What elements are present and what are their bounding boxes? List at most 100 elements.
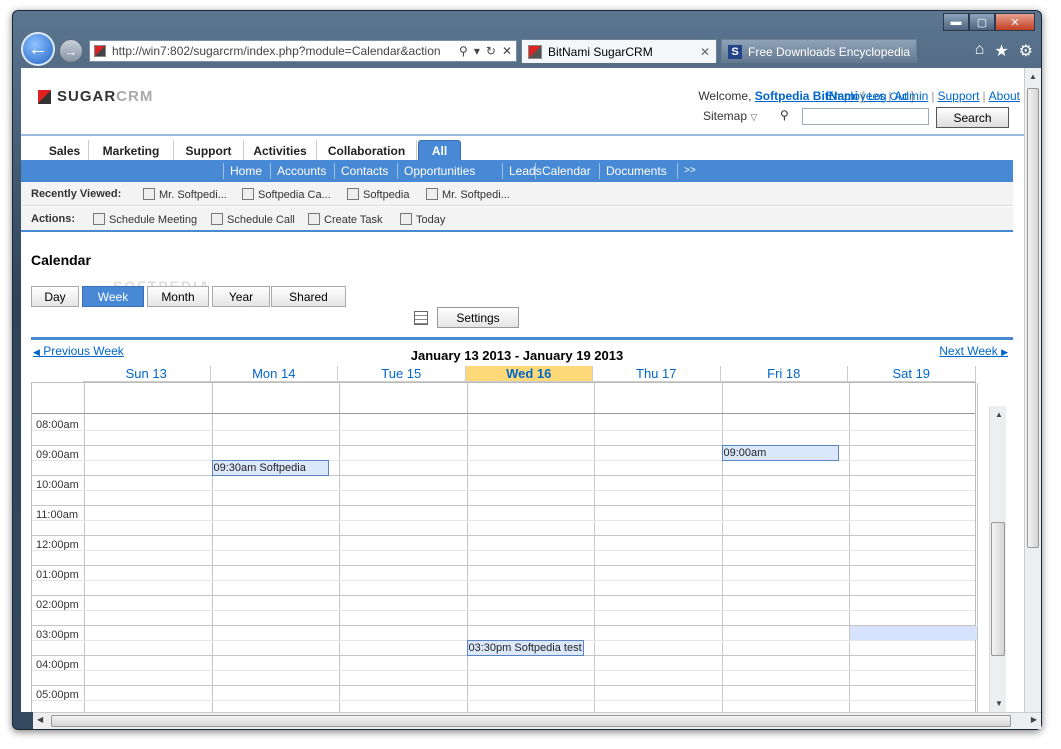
recent-item[interactable]: Mr. Softpedi... (426, 188, 510, 201)
scroll-thumb[interactable] (1027, 88, 1039, 548)
account-icon (347, 188, 359, 200)
task-icon (308, 213, 320, 225)
nav-more[interactable]: >> (677, 163, 702, 179)
support-link[interactable]: Support (937, 89, 979, 103)
view-week-button[interactable]: Week (82, 286, 144, 307)
tab-softpedia[interactable]: S Free Downloads Encyclopedia ... (721, 39, 917, 63)
hour-line (32, 475, 975, 476)
create-task-action[interactable]: Create Task (308, 213, 383, 226)
view-shared-button[interactable]: Shared (271, 286, 346, 307)
tab-sales[interactable]: Sales (41, 140, 89, 161)
sub-navigation: Home Accounts Contacts Opportunities Lea… (21, 160, 1013, 182)
recently-viewed-bar: Recently Viewed: Mr. Softpedi... Softped… (21, 182, 1013, 206)
view-month-button[interactable]: Month (147, 286, 209, 307)
column-divider (721, 383, 723, 712)
nav-calendar[interactable]: Calendar (535, 163, 597, 179)
calendar-scrollbar[interactable]: ▲ ▼ (989, 406, 1006, 712)
chevron-down-icon: ▽ (750, 112, 758, 122)
column-divider (211, 383, 213, 712)
nav-documents[interactable]: Documents (599, 163, 673, 179)
home-icon[interactable]: ⌂ (975, 41, 985, 61)
recent-item[interactable]: Softpedia Ca... (242, 188, 331, 201)
admin-link[interactable]: Admin (894, 89, 928, 103)
close-button[interactable]: ✕ (995, 13, 1035, 31)
favorites-icon[interactable]: ★ (994, 41, 1008, 61)
about-link[interactable]: About (989, 89, 1020, 103)
sugarcrm-logo[interactable]: SUGAR CRM (38, 88, 153, 105)
search-input[interactable] (802, 108, 929, 125)
stop-icon[interactable]: ✕ (502, 44, 512, 58)
scroll-left-icon[interactable]: ◀ (37, 715, 43, 724)
recent-item[interactable]: Softpedia (347, 188, 409, 201)
day-header[interactable]: Wed 16 (465, 366, 593, 382)
window-controls: ▬ ▢ ✕ (943, 13, 1035, 31)
column-divider (976, 383, 978, 712)
nav-home[interactable]: Home (223, 163, 268, 179)
hour-line (32, 595, 975, 596)
tab-bitnami-sugarcrm[interactable]: BitNami SugarCRM ✕ (521, 39, 717, 63)
hour-line (32, 535, 975, 536)
back-button[interactable]: ← (21, 32, 55, 66)
schedule-meeting-action[interactable]: Schedule Meeting (93, 213, 197, 226)
sitemap-menu[interactable]: Sitemap ▽ (703, 109, 757, 123)
nav-opportunities[interactable]: Opportunities (397, 163, 481, 179)
refresh-icon[interactable]: ↻ (486, 44, 496, 58)
address-bar[interactable]: http://win7:802/sugarcrm/index.php?modul… (89, 40, 517, 62)
actions-bar: Actions: Schedule Meeting Schedule Call … (21, 207, 1013, 232)
employees-link[interactable]: Employees (826, 89, 885, 103)
scroll-right-icon[interactable]: ▶ (1031, 715, 1037, 724)
tab-close-icon[interactable]: ✕ (700, 45, 710, 59)
recent-item[interactable]: Mr. Softpedi... (143, 188, 227, 201)
maximize-button[interactable]: ▢ (969, 13, 995, 31)
day-header[interactable]: Sat 19 (848, 366, 976, 382)
view-day-button[interactable]: Day (31, 286, 79, 307)
forward-button[interactable]: → (59, 39, 83, 63)
scroll-thumb[interactable] (991, 522, 1005, 656)
calendar-event[interactable]: 03:30pm Softpedia test (466, 640, 584, 656)
day-header[interactable]: Tue 15 (338, 366, 466, 382)
gear-icon[interactable]: ⚙ (1019, 41, 1033, 61)
arrow-right-icon: → (64, 43, 78, 59)
settings-button[interactable]: Settings (437, 307, 519, 328)
browser-navbar: ← → http://win7:802/sugarcrm/index.php?m… (21, 32, 1035, 66)
half-hour-line (32, 430, 975, 431)
scroll-down-icon[interactable]: ▼ (995, 699, 1003, 708)
calendar-event[interactable]: 09:30am Softpedia (211, 460, 329, 476)
contact-icon (143, 188, 155, 200)
day-header[interactable]: Sun 13 (83, 366, 211, 382)
calendar-icon (400, 213, 412, 225)
address-url[interactable]: http://win7:802/sugarcrm/index.php?modul… (112, 44, 459, 58)
column-divider (84, 383, 85, 712)
day-header[interactable]: Fri 18 (720, 366, 848, 382)
browser-tools: ⌂ ★ ⚙ (975, 41, 1033, 61)
day-header[interactable]: Mon 14 (210, 366, 338, 382)
scroll-up-icon[interactable]: ▲ (1029, 72, 1037, 81)
minimize-button[interactable]: ▬ (943, 13, 969, 31)
tab-collaboration[interactable]: Collaboration (317, 140, 417, 161)
page-horizontal-scrollbar[interactable]: ◀ ▶ (33, 712, 1041, 729)
scroll-up-icon[interactable]: ▲ (995, 410, 1003, 419)
day-header[interactable]: Thu 17 (593, 366, 721, 382)
today-action[interactable]: Today (400, 213, 445, 226)
dropdown-icon[interactable]: ▾ (474, 44, 480, 58)
view-year-button[interactable]: Year (212, 286, 270, 307)
half-hour-line (32, 490, 975, 491)
tab-all[interactable]: All (418, 140, 461, 161)
tab-support[interactable]: Support (174, 140, 244, 161)
half-hour-line (32, 520, 975, 521)
search-icon[interactable]: ⚲ (459, 44, 468, 58)
schedule-call-action[interactable]: Schedule Call (211, 213, 295, 226)
all-day-separator (32, 413, 975, 414)
selected-slot[interactable] (850, 626, 977, 640)
calendar-event[interactable]: 09:00am (721, 445, 839, 461)
scroll-thumb[interactable] (51, 715, 1011, 727)
recently-viewed-label: Recently Viewed: (31, 188, 122, 200)
top-links: Employees | Admin | Support | About (825, 89, 1020, 103)
nav-contacts[interactable]: Contacts (334, 163, 394, 179)
nav-accounts[interactable]: Accounts (270, 163, 332, 179)
page-vertical-scrollbar[interactable]: ▲ (1024, 68, 1041, 712)
week-grid[interactable]: 08:00am 09:00am 10:00am 11:00am 12:00pm 01:00… (31, 382, 978, 712)
tab-activities[interactable]: Activities (244, 140, 317, 161)
tab-marketing[interactable]: Marketing (89, 140, 174, 161)
search-button[interactable]: Search (936, 107, 1009, 128)
